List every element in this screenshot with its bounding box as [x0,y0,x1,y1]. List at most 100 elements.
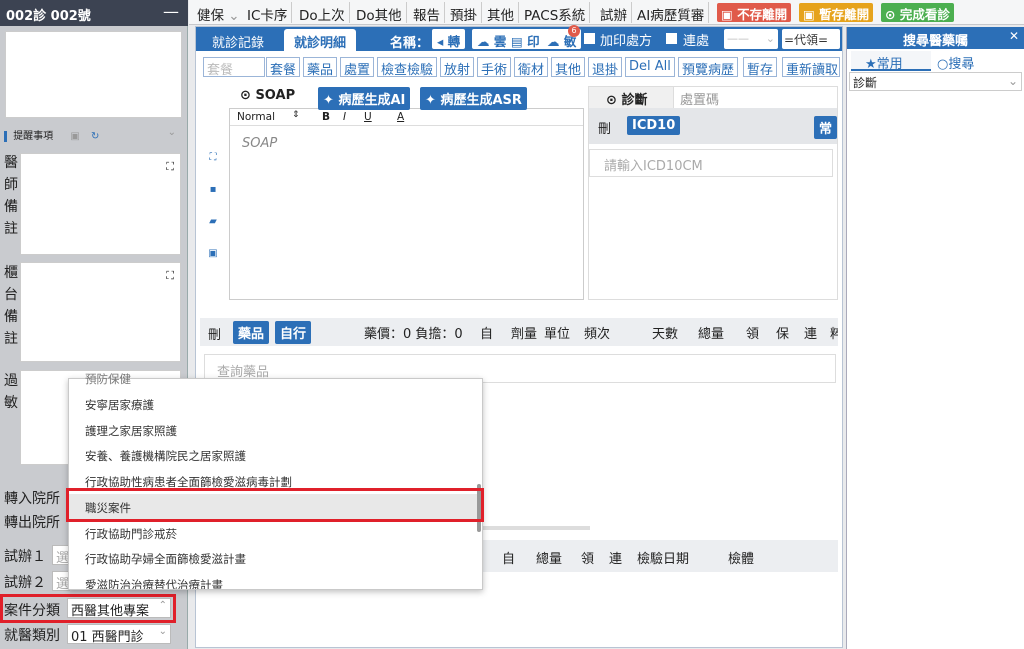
package-search-input[interactable]: 套餐 [203,57,265,78]
category-select[interactable]: 診斷 ⌄ [849,72,1022,91]
order-other[interactable]: 其他 [551,57,586,78]
chevron-down-icon: ⌄ [158,626,167,637]
consecutive-checkbox[interactable] [666,33,677,44]
tab-search[interactable]: ○搜尋 [937,53,974,72]
dropdown-option[interactable]: 行政協助門診戒菸 [69,520,477,546]
toolbar-pre-register[interactable]: 預掛 [446,2,482,24]
case-type-dropdown: 預防保健 安寧居家療護 護理之家居家照護 安養、養護機構院民之居家照護 行政協助… [68,372,483,590]
button-label: 暫存離開 [819,7,870,22]
pin-icon: ⊙ [606,93,617,108]
category-value: 診斷 [853,76,878,90]
col-dose: 劑量 [511,327,538,342]
sparkle-icon: ✦ [425,93,436,108]
sparkle-icon: ✦ [323,93,334,108]
button-label: 完成看診 [899,7,950,22]
order-temp-save[interactable]: 暫存 [743,57,778,78]
cloud-icon: ☁ [547,34,560,49]
updown-icon[interactable]: ⇕ [292,110,300,120]
order-package[interactable]: 套餐 [266,57,301,78]
font-color-button[interactable]: A [397,111,404,123]
tab-procedure-code[interactable]: 處置碼 [680,89,719,108]
save-icon: ▣ [803,7,815,22]
no-save-leave-button[interactable]: ▣ 不存離開 [717,3,792,22]
visit-type-value: 01 西醫門診 [71,630,144,645]
cloud-icon: ☁ [477,34,490,49]
print-button[interactable]: ▤ 印 [506,29,545,49]
toolbar-do-last[interactable]: Do上次 [295,2,350,24]
tab-label: 診斷 [621,93,648,108]
order-surgery[interactable]: 手術 [477,57,512,78]
dropdown-option[interactable]: 愛滋防治治療替代治療計畫 [69,571,477,589]
order-del-all[interactable]: Del All [625,57,675,77]
tab-common[interactable]: ★常用 [851,51,931,72]
order-drug[interactable]: 藥品 [303,57,338,78]
doctor-note-input[interactable]: ⛶ [20,153,181,255]
save-icon[interactable]: ▣ [203,238,223,270]
format-select[interactable]: Normal [237,111,275,123]
drug-button[interactable]: 藥品 [233,321,270,344]
folder-icon[interactable]: ▰ [203,206,223,238]
code-select[interactable]: =代領= [782,29,840,49]
common-button[interactable]: 常 [814,116,838,139]
v-char: 備 [4,309,18,325]
gen-asr-button[interactable]: ✦ 病歷生成ASR [420,87,527,110]
add-print-checkbox[interactable] [584,33,595,44]
dropdown-option[interactable]: 護理之家居家照護 [69,417,477,443]
refresh-icon[interactable]: ↻ [91,131,99,142]
col-consecutive: 連 [804,327,818,342]
order-unregister[interactable]: 退掛 [588,57,623,78]
order-preview[interactable]: 預覽病歷 [678,57,739,78]
order-reload[interactable]: 重新讀取 [782,57,840,77]
trial2-label: 試辦２ [4,575,46,591]
patient-slot-title: 002診 002號 [0,0,188,26]
order-supply[interactable]: 衛材 [514,57,549,78]
soap-editor[interactable] [229,108,584,300]
gen-ai-button[interactable]: ✦ 病歷生成AI [318,87,411,110]
close-icon[interactable]: ✕ [1009,29,1019,43]
consecutive-select[interactable]: —— ⌄ [724,29,778,49]
visit-type-select[interactable]: 01 西醫門診 ⌄ [67,624,171,645]
tab-diagnosis[interactable]: ⊙ 診斷 [589,87,674,108]
icd10-button[interactable]: ICD10 [627,116,681,135]
dropdown-option[interactable]: 行政協助孕婦全面篩檢愛滋計畫 [69,545,477,571]
transfer-button[interactable]: ◂ 轉 [432,29,466,49]
col-grind: 粹 [830,327,838,342]
order-lab[interactable]: 檢查檢驗 [377,57,438,78]
toolbar-trial[interactable]: 試辦 [596,2,632,24]
expand-icon[interactable]: ⛶ [166,269,174,283]
tab-soap[interactable]: ⊙ SOAP [240,88,295,103]
dropdown-option[interactable]: 預防保健 [69,371,477,385]
finish-visit-button[interactable]: ⊙ 完成看診 [881,3,954,22]
toolbar-report[interactable]: 報告 [409,2,445,24]
tab-records[interactable]: 就診記錄 [202,29,274,51]
expand-icon[interactable]: ⛶ [166,160,174,174]
counter-note-input[interactable]: ⛶ [20,262,181,362]
name-label: 名稱： [390,36,430,51]
toolbar-other[interactable]: 其他 [483,2,519,24]
dropdown-option[interactable]: 安養、養護機構院民之居家照護 [69,442,477,468]
expand-icon[interactable]: ⛶ [203,142,223,174]
toolbar-do-other[interactable]: Do其他 [352,2,407,24]
toolbar-ic[interactable]: IC卡序 [243,2,293,24]
dropdown-option[interactable]: 安寧居家療護 [69,391,477,417]
toolbar-pacs[interactable]: PACS系統 [520,2,591,24]
save-icon[interactable]: ▣ [70,131,79,142]
v-char: 醫 [4,155,18,171]
temp-save-leave-button[interactable]: ▣ 暫存離開 [799,3,874,22]
toolbar-nhi[interactable]: 健保 ⌄ [193,2,245,24]
icd10-search-input[interactable]: 請輸入ICD10CM [589,149,833,177]
italic-button[interactable]: I [343,111,346,123]
bold-button[interactable]: B [322,111,330,123]
v-char: 櫃 [4,265,18,281]
tab-detail[interactable]: 就診明細 [284,29,357,51]
underline-button[interactable]: U [364,111,372,123]
minimize-button[interactable]: — [163,2,179,21]
order-procedure[interactable]: 處置 [340,57,375,78]
chevron-down-icon[interactable]: ⌄ [168,127,176,138]
toolbar-ai-review[interactable]: AI病歷質審 [633,2,710,24]
chevron-down-icon: ⌄ [765,32,775,45]
order-radiology[interactable]: 放射 [440,57,475,78]
button-label: 病歷生成AI [338,93,406,108]
image-icon[interactable]: ▪ [203,174,223,206]
self-pay-button[interactable]: 自行 [275,321,312,344]
